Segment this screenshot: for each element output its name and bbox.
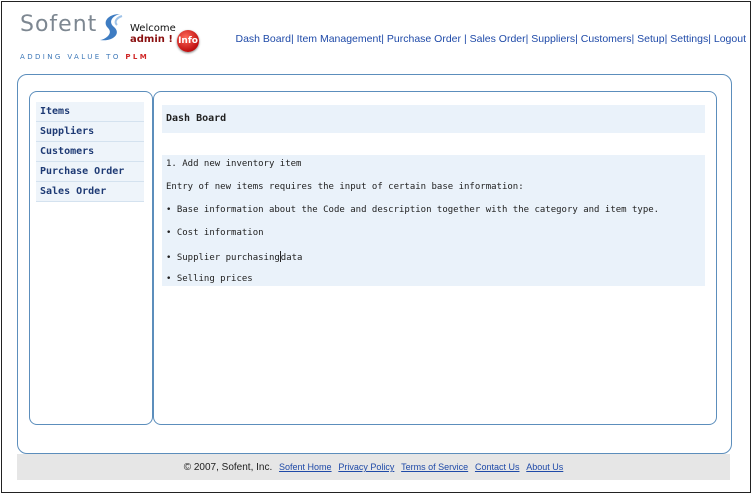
nav-separator: | xyxy=(290,33,294,45)
content-line: Entry of new items requires the input of… xyxy=(166,182,524,192)
sidebar-item-suppliers[interactable]: Suppliers xyxy=(36,122,144,142)
logo-text: Sofent xyxy=(20,12,98,37)
welcome-label: Welcome xyxy=(130,23,176,34)
page-title: Dash Board xyxy=(162,105,705,133)
nav-separator: | xyxy=(708,33,711,45)
footer-link-privacy-policy[interactable]: Privacy Policy xyxy=(338,462,394,472)
nav-dash-board[interactable]: Dash Board xyxy=(236,33,291,45)
tagline-prefix: ADDING VALUE TO xyxy=(20,53,121,61)
content-text: data xyxy=(280,253,303,263)
logo-swoosh-icon xyxy=(100,14,123,41)
content-line: • Cost information xyxy=(166,228,264,238)
content-line-with-caret: • Supplier purchasingdata xyxy=(166,251,302,263)
username: admin ! xyxy=(130,34,173,45)
content-line: • Base information about the Code and de… xyxy=(166,205,660,215)
nav-separator: | xyxy=(461,33,467,45)
info-button[interactable]: Info xyxy=(177,30,199,52)
footer-link-terms-of-service[interactable]: Terms of Service xyxy=(401,462,468,472)
nav-item-management[interactable]: Item Management xyxy=(297,33,382,45)
sidebar-item-sales-order[interactable]: Sales Order xyxy=(36,182,144,202)
top-navigation: Dash Board| Item Management| Purchase Or… xyxy=(236,33,747,45)
nav-separator: | xyxy=(575,33,578,45)
content-line: • Selling prices xyxy=(166,274,253,284)
welcome-message: Welcome admin ! xyxy=(130,23,176,45)
content-text: • Supplier purchasing xyxy=(166,253,280,263)
nav-sales-order[interactable]: Sales Order xyxy=(470,33,526,45)
nav-separator: | xyxy=(631,33,635,45)
sidebar-item-purchase-order[interactable]: Purchase Order xyxy=(36,162,144,182)
footer: © 2007, Sofent, Inc. Sofent Home Privacy… xyxy=(17,454,730,480)
nav-logout[interactable]: Logout xyxy=(714,33,746,45)
dashboard-content: 1. Add new inventory item Entry of new i… xyxy=(162,155,705,286)
sidebar-item-items[interactable]: Items xyxy=(36,102,144,122)
footer-link-contact-us[interactable]: Contact Us xyxy=(475,462,520,472)
nav-settings[interactable]: Settings xyxy=(670,33,708,45)
nav-customers[interactable]: Customers xyxy=(581,33,632,45)
nav-separator: | xyxy=(381,33,384,45)
nav-suppliers[interactable]: Suppliers xyxy=(531,33,575,45)
nav-setup[interactable]: Setup xyxy=(637,33,664,45)
copyright: © 2007, Sofent, Inc. xyxy=(183,462,273,473)
sidebar-menu: Items Suppliers Customers Purchase Order… xyxy=(36,102,144,202)
tagline-plm: PLM xyxy=(125,53,150,61)
sidebar-item-customers[interactable]: Customers xyxy=(36,142,144,162)
logo-tagline: ADDING VALUE TO PLM xyxy=(20,53,149,61)
footer-link-about-us[interactable]: About Us xyxy=(526,462,563,472)
nav-separator: | xyxy=(664,33,668,45)
nav-purchase-order[interactable]: Purchase Order xyxy=(387,33,461,45)
footer-link-sofent-home[interactable]: Sofent Home xyxy=(279,462,332,472)
nav-separator: | xyxy=(525,33,529,45)
content-line: 1. Add new inventory item xyxy=(166,159,302,169)
